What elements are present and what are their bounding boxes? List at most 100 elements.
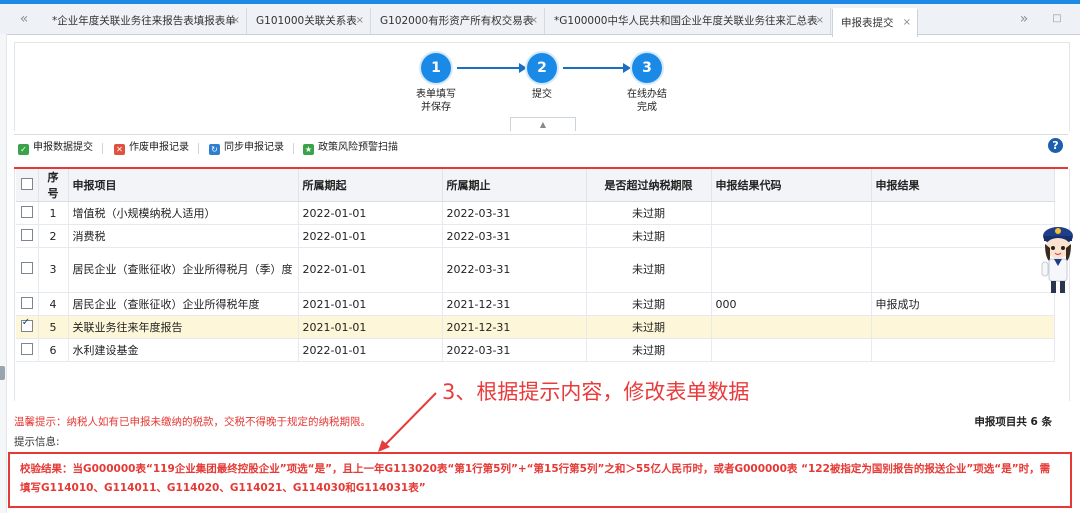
row-overdue: 未过期 (586, 201, 712, 225)
row-code: 000 (711, 292, 872, 316)
table-row[interactable]: 1 增值税（小规模纳税人适用） 2022-01-01 2022-03-31 未过… (16, 201, 1055, 225)
help-icon[interactable]: ? (1048, 138, 1063, 153)
select-all-checkbox[interactable] (16, 169, 39, 202)
step-2-label: 提交 (502, 88, 582, 101)
table-row[interactable]: 6 水利建设基金 2022-01-01 2022-03-31 未过期 (16, 338, 1055, 362)
column-header: 申报项目 (68, 169, 299, 202)
button-label: 政策风险预警扫描 (318, 142, 398, 153)
step-arrow-icon (457, 63, 527, 73)
toolbar-divider (102, 143, 103, 154)
row-end: 2022-03-31 (442, 338, 587, 362)
tab-close-icon[interactable]: × (530, 8, 538, 34)
row-start: 2022-01-01 (298, 224, 443, 248)
checkbox-icon[interactable] (20, 229, 33, 241)
risk-scan-button[interactable]: ★ 政策风险预警扫描 (303, 140, 398, 156)
tab-scroll-right-button[interactable]: » (1014, 10, 1034, 28)
scan-icon: ★ (303, 144, 314, 155)
declaration-table: 序号 申报项目 所属期起 所属期止 是否超过纳税期限 申报结果代码 申报结果 1… (16, 169, 1055, 362)
tab-close-icon[interactable]: × (903, 10, 911, 36)
row-checkbox[interactable] (16, 338, 39, 362)
validation-result-box: 校验结果：当G000000表“119企业集团最终控股企业”项选“是”，且上一年G… (8, 452, 1072, 508)
row-code (711, 201, 872, 225)
sync-record-button[interactable]: ↻ 同步申报记录 (209, 140, 284, 156)
action-toolbar: ✓ 申报数据提交 ✕ 作废申报记录 ↻ 同步申报记录 ★ 政策风险预警扫描 (14, 134, 1068, 159)
row-checkbox[interactable] (16, 292, 39, 316)
checkbox-icon[interactable] (20, 262, 33, 274)
column-header: 所属期起 (298, 169, 443, 202)
step-label-line: 完成 (637, 102, 657, 113)
void-record-button[interactable]: ✕ 作废申报记录 (114, 140, 189, 156)
row-item: 消费税 (68, 224, 299, 248)
step-label-line: 表单填写 (416, 89, 456, 100)
hint-label: 提示信息: (14, 436, 60, 448)
row-end: 2022-03-31 (442, 224, 587, 248)
column-header: 申报结果 (871, 169, 1055, 202)
row-item: 居民企业（查账征收）企业所得税年度 (68, 292, 299, 316)
checkbox-icon[interactable] (20, 343, 33, 355)
collapse-steps-button[interactable]: ▲ (510, 117, 576, 131)
row-checkbox[interactable] (16, 224, 39, 248)
step-label-line: 在线办结 (627, 89, 667, 100)
row-item: 水利建设基金 (68, 338, 299, 362)
row-result (871, 315, 1055, 339)
row-code (711, 315, 872, 339)
row-item: 关联业务往来年度报告 (68, 315, 299, 339)
row-number: 5 (38, 315, 69, 339)
row-start: 2022-01-01 (298, 247, 443, 293)
tab-scroll-left-button[interactable]: « (14, 10, 34, 28)
row-number: 3 (38, 247, 69, 293)
row-end: 2021-12-31 (442, 315, 587, 339)
tab-g101000[interactable]: G101000关联关系表 × (248, 8, 371, 34)
step-1-label: 表单填写 并保存 (396, 88, 476, 114)
checkbox-checked-icon[interactable] (20, 317, 33, 332)
checkbox-icon[interactable] (20, 297, 33, 309)
row-checkbox[interactable] (16, 315, 39, 339)
assistant-mascot-icon[interactable] (1036, 222, 1080, 298)
tab-label: G101000关联关系表 (256, 15, 357, 27)
check-icon: ✓ (18, 144, 29, 155)
step-2-circle: 2 (527, 53, 557, 83)
sync-icon: ↻ (209, 144, 220, 155)
row-item: 居民企业（查账征收）企业所得税月（季）度 (68, 247, 299, 293)
tab-g102000[interactable]: G102000有形资产所有权交易表 × (372, 8, 545, 34)
row-code (711, 224, 872, 248)
button-label: 作废申报记录 (129, 142, 189, 153)
tab-close-icon[interactable]: × (232, 8, 240, 34)
row-checkbox[interactable] (16, 201, 39, 225)
restore-icon[interactable]: □ (1050, 12, 1064, 26)
button-label: 同步申报记录 (224, 142, 284, 153)
checkbox-icon[interactable] (20, 206, 33, 218)
table-row-selected[interactable]: 5 关联业务往来年度报告 2021-01-01 2021-12-31 未过期 (16, 315, 1055, 339)
warm-tip-text: 温馨提示：纳税人如有已申报未缴纳的税款，交税不得晚于规定的纳税期限。 (14, 416, 371, 428)
tab-label: *企业年度关联业务往来报告表填报表单 (52, 15, 236, 27)
column-header: 序号 (38, 169, 69, 202)
left-handle-icon[interactable] (0, 366, 5, 380)
row-item: 增值税（小规模纳税人适用） (68, 201, 299, 225)
row-checkbox[interactable] (16, 247, 39, 293)
tab-close-icon[interactable]: × (816, 8, 824, 34)
tab-label: *G100000中华人民共和国企业年度关联业务往来汇总表 (554, 15, 818, 27)
column-header: 是否超过纳税期限 (586, 169, 712, 202)
row-result: 申报成功 (871, 292, 1055, 316)
table-row[interactable]: 3 居民企业（查账征收）企业所得税月（季）度 2022-01-01 2022-0… (16, 247, 1055, 293)
validation-result-text: 校验结果：当G000000表“119企业集团最终控股企业”项选“是”，且上一年G… (20, 463, 1051, 494)
annotation-text: 3、根据提示内容，修改表单数据 (442, 380, 750, 404)
tab-submission[interactable]: 申报表提交 × (832, 8, 918, 37)
row-start: 2022-01-01 (298, 338, 443, 362)
row-overdue: 未过期 (586, 315, 712, 339)
row-number: 6 (38, 338, 69, 362)
tab-g100000[interactable]: *G100000中华人民共和国企业年度关联业务往来汇总表 × (546, 8, 831, 34)
submit-data-button[interactable]: ✓ 申报数据提交 (18, 140, 93, 156)
table-row[interactable]: 2 消费税 2022-01-01 2022-03-31 未过期 (16, 224, 1055, 248)
table-row[interactable]: 4 居民企业（查账征收）企业所得税年度 2021-01-01 2021-12-3… (16, 292, 1055, 316)
left-collapse-bar[interactable] (0, 34, 7, 513)
tab-label: 申报表提交 (841, 17, 894, 29)
checkbox-icon[interactable] (20, 178, 33, 190)
tab-close-icon[interactable]: × (356, 8, 364, 34)
row-overdue: 未过期 (586, 292, 712, 316)
row-end: 2022-03-31 (442, 201, 587, 225)
toolbar-divider (293, 143, 294, 154)
row-number: 1 (38, 201, 69, 225)
row-result (871, 247, 1055, 293)
tab-report-form[interactable]: *企业年度关联业务往来报告表填报表单 × (44, 8, 247, 34)
